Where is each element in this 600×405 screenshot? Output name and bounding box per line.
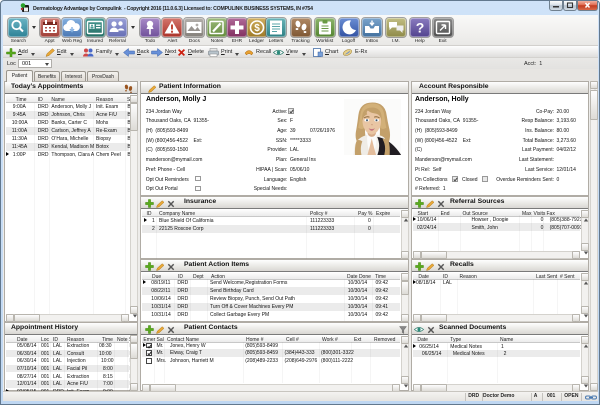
svg-text:?: ? <box>415 20 424 36</box>
svg-text:$: $ <box>254 23 260 34</box>
